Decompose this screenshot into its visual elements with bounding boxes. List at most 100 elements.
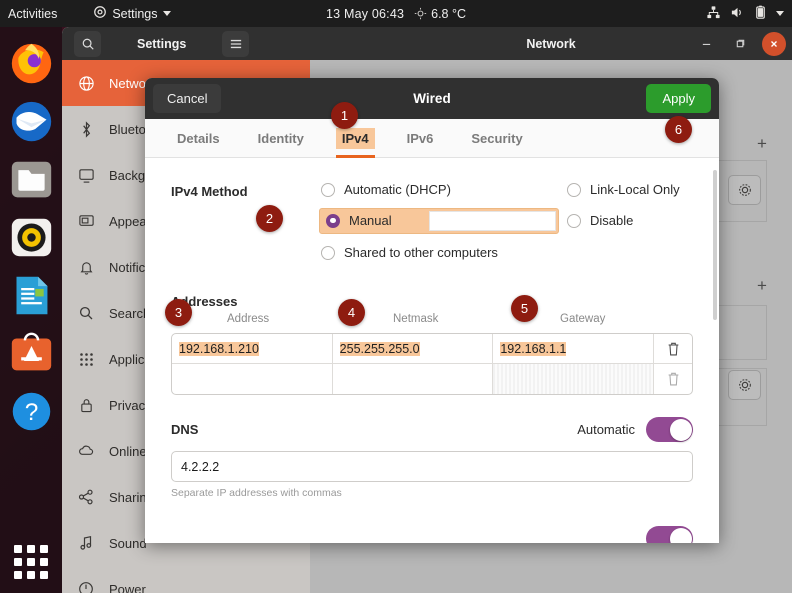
system-tray[interactable] <box>706 5 784 23</box>
close-button[interactable] <box>762 31 786 56</box>
wired-settings-dialog: Cancel Wired Apply Details Identity IPv4… <box>145 78 719 543</box>
radio-shared-to-other-computers[interactable]: Shared to other computers <box>321 245 498 260</box>
settings-right-title: Network <box>526 36 576 51</box>
gear-button-2[interactable] <box>728 370 761 400</box>
screen: Activities Settings 13 May 06:43 6.8 °C <box>0 0 792 593</box>
settings-titlebar: Settings Network <box>62 27 792 60</box>
manual-highlight-white-area <box>429 211 556 231</box>
netmask-input-row1[interactable]: 255.255.255.0 <box>333 334 494 363</box>
address-input-row2[interactable] <box>172 364 333 394</box>
dialog-header: Cancel Wired Apply <box>145 78 719 119</box>
address-input-row1[interactable]: 192.168.1.210 <box>172 334 333 363</box>
app-menu-label: Settings <box>112 6 158 21</box>
tab-identity[interactable]: Identity <box>252 128 310 149</box>
lock-icon <box>76 395 96 415</box>
music-note-icon <box>76 533 96 553</box>
table-row <box>172 364 692 394</box>
cloud-icon <box>76 441 96 461</box>
share-icon <box>76 487 96 507</box>
step-badge-1: 1 <box>331 102 358 129</box>
activities-button[interactable]: Activities <box>8 7 57 21</box>
dock-item-rhythmbox[interactable] <box>9 215 54 260</box>
dns-hint: Separate IP addresses with commas <box>171 487 342 499</box>
ipv4-method-section: IPv4 Method Automatic (DHCP) Manual Shar… <box>171 180 693 280</box>
radio-label: Automatic (DHCP) <box>344 182 451 197</box>
radio-circle-icon <box>567 182 581 197</box>
radio-label: Shared to other computers <box>344 245 498 260</box>
background-icon <box>76 165 96 185</box>
addresses-table: 192.168.1.210 255.255.255.0 192.168.1.1 <box>171 333 693 395</box>
show-applications-button[interactable] <box>14 545 48 579</box>
dock-item-help[interactable]: ? <box>9 389 54 434</box>
app-menu-button[interactable]: Settings <box>93 5 171 22</box>
top-bar: Activities Settings 13 May 06:43 6.8 °C <box>0 0 792 27</box>
add-connection-button-1[interactable]: + <box>757 134 767 154</box>
minimize-button[interactable] <box>694 32 718 56</box>
dialog-scrollbar[interactable] <box>713 170 717 320</box>
temperature-label: 6.8 °C <box>431 6 467 21</box>
addresses-header-netmask: Netmask <box>393 313 439 325</box>
dns-section: DNS Automatic 4.2.2.2 Separate IP addres… <box>171 417 693 499</box>
delete-address-row2-button[interactable] <box>654 364 692 394</box>
netmask-input-row2[interactable] <box>333 364 494 394</box>
delete-address-row1-button[interactable] <box>654 334 692 363</box>
tab-details[interactable]: Details <box>171 128 226 149</box>
battery-icon <box>754 5 767 23</box>
dock-item-thunderbird[interactable] <box>9 99 54 144</box>
sidebar-item-power[interactable]: Power <box>62 566 310 593</box>
addresses-header-gateway: Gateway <box>560 313 606 325</box>
dns-automatic-toggle[interactable] <box>646 417 693 442</box>
addresses-header-address: Address <box>227 313 270 325</box>
settings-left-title: Settings <box>137 36 187 51</box>
cancel-button[interactable]: Cancel <box>153 84 222 113</box>
apps-grid-icon <box>76 349 96 369</box>
svg-text:?: ? <box>25 399 39 426</box>
gear-button-1[interactable] <box>728 175 761 205</box>
dock-item-ubuntu-software[interactable] <box>9 331 54 376</box>
dock: ? <box>0 27 62 593</box>
ipv4-method-label: IPv4 Method <box>171 184 248 199</box>
gateway-value: 192.168.1.1 <box>500 341 567 356</box>
dock-item-libreoffice-writer[interactable] <box>9 273 54 318</box>
radio-circle-icon <box>321 245 335 260</box>
table-row: 192.168.1.210 255.255.255.0 192.168.1.1 <box>172 334 692 364</box>
weather-indicator: 6.8 °C <box>414 7 466 21</box>
clock-area[interactable]: 13 May 06:43 6.8 °C <box>326 7 466 21</box>
clock-label: 13 May 06:43 <box>325 6 405 21</box>
maximize-button[interactable] <box>728 32 752 56</box>
routes-automatic-toggle[interactable] <box>646 526 693 543</box>
search-button[interactable] <box>74 30 101 57</box>
dock-item-files[interactable] <box>9 157 54 202</box>
radio-label: Link-Local Only <box>590 182 680 197</box>
system-menu-caret-icon[interactable] <box>776 11 784 16</box>
radio-automatic-dhcp[interactable]: Automatic (DHCP) <box>321 182 451 197</box>
addresses-section: Addresses Address Netmask Gateway 192.16… <box>171 294 693 395</box>
radio-label: Manual <box>349 213 392 228</box>
tab-ipv6[interactable]: IPv6 <box>401 128 440 149</box>
power-icon <box>76 579 96 593</box>
bell-icon <box>76 257 96 277</box>
step-badge-3: 3 <box>165 299 192 326</box>
radio-manual[interactable]: Manual <box>326 213 392 228</box>
dock-item-firefox[interactable] <box>9 41 54 86</box>
dialog-tabs: Details Identity IPv4 IPv6 Security <box>145 119 719 158</box>
dns-input[interactable]: 4.2.2.2 <box>171 451 693 482</box>
network-wired-icon <box>706 5 721 23</box>
tab-security[interactable]: Security <box>465 128 528 149</box>
volume-icon <box>730 5 745 23</box>
radio-disable[interactable]: Disable <box>567 213 633 228</box>
settings-app-icon <box>93 5 107 22</box>
hamburger-menu-button[interactable] <box>222 30 250 57</box>
toggle-knob <box>669 418 692 441</box>
gateway-input-row1[interactable]: 192.168.1.1 <box>493 334 655 363</box>
radio-link-local-only[interactable]: Link-Local Only <box>567 182 680 197</box>
gateway-input-row2[interactable] <box>493 364 655 394</box>
bluetooth-icon <box>76 119 96 139</box>
step-badge-6: 6 <box>665 116 692 143</box>
radio-circle-icon <box>321 182 335 197</box>
address-value: 192.168.1.210 <box>179 341 259 356</box>
add-connection-button-2[interactable]: + <box>757 276 767 296</box>
apply-button[interactable]: Apply <box>646 84 711 113</box>
tab-ipv4[interactable]: IPv4 <box>335 127 375 158</box>
step-badge-5: 5 <box>511 295 538 322</box>
